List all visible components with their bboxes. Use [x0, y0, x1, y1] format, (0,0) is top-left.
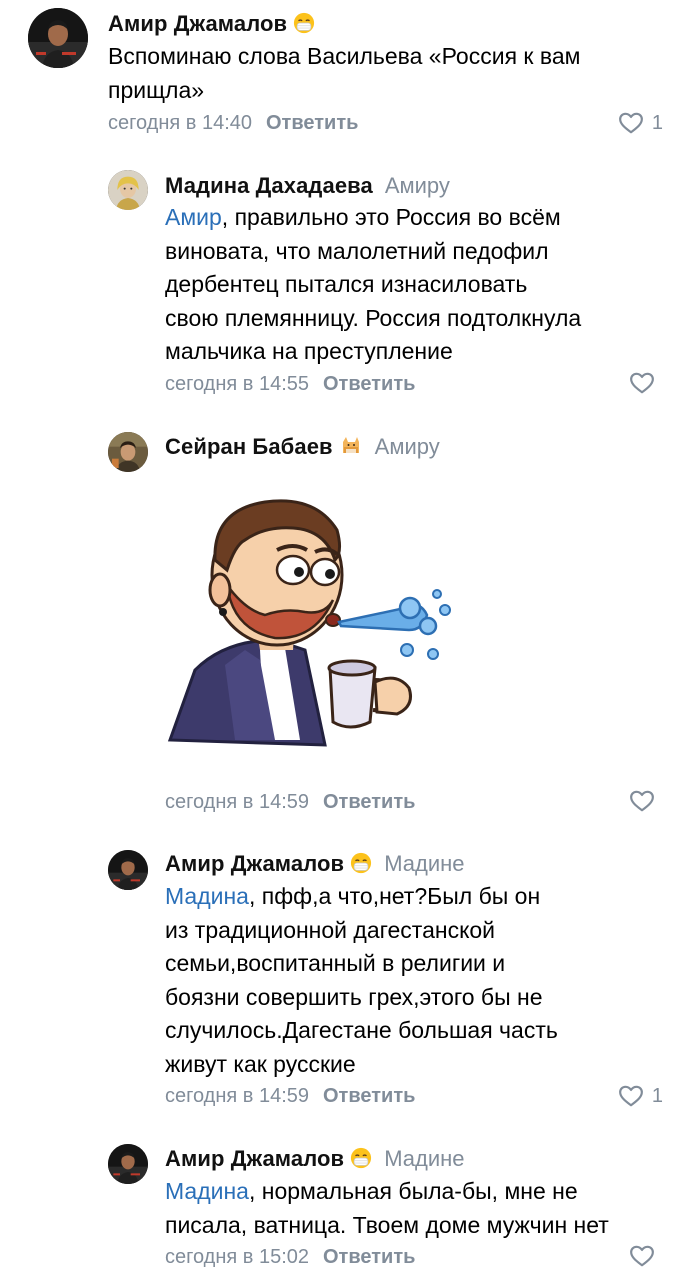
author-name[interactable]: Мадина Дахадаева [165, 173, 373, 198]
comment-header: Амир Джамалов Мадине [165, 850, 465, 881]
avatar-image [28, 8, 88, 68]
comment-text-line: из традиционной дагестанской [165, 916, 496, 943]
comment-time: сегодня в 14:40 [108, 112, 252, 134]
reply-button[interactable]: Ответить [323, 373, 415, 395]
heart-icon [629, 1243, 655, 1269]
like-button[interactable] [629, 1243, 663, 1269]
comment-meta: сегодня в 15:02 Ответить [165, 1244, 415, 1270]
comment-text-line: семьи,воспитанный в религии и [165, 950, 506, 976]
author-name[interactable]: Амир Джамалов [165, 1146, 344, 1171]
mention-link[interactable]: Мадина [165, 1178, 249, 1204]
mention-link[interactable]: Мадина [165, 883, 249, 909]
comment-header: Сейран Бабаев Амиру [165, 433, 440, 464]
avatar-image [108, 1144, 148, 1184]
man-spitting-coffee-sticker[interactable] [165, 490, 465, 752]
avatar-image [108, 432, 148, 472]
comment-text: Вспоминаю слова Васильева «Россия к вам … [108, 40, 580, 107]
comment-text: Мадина, пфф,а что,нет?Был бы он из тради… [165, 880, 558, 1081]
comment-text-line: живут как русские [165, 1050, 356, 1077]
comment-text-line: свою племянницу. Россия подтолкнула [165, 304, 582, 331]
heart-icon [618, 110, 644, 136]
comment-time: сегодня в 14:59 [165, 791, 309, 813]
comment-text-line: Мадина, нормальная была-бы, мне не [165, 1178, 578, 1204]
comment-time: сегодня в 15:02 [165, 1246, 309, 1268]
reply-to-label[interactable]: Мадине [384, 851, 464, 876]
comment-header: Мадина Дахадаева Амиру [165, 172, 450, 200]
sticker-icon [167, 499, 451, 747]
comment-meta: сегодня в 14:59 Ответить [165, 1083, 415, 1109]
avatar-image [108, 850, 148, 890]
like-button[interactable]: 1 [618, 1083, 663, 1109]
reply-to-label[interactable]: Мадине [384, 1146, 464, 1171]
like-button[interactable]: 1 [618, 110, 663, 136]
like-count: 1 [651, 1084, 663, 1107]
author-name[interactable]: Сейран Бабаев [165, 434, 333, 459]
comment-text-line: Вспоминаю слова Васильева «Россия к вам [108, 43, 581, 69]
heart-icon [629, 788, 655, 814]
comment-text: Мадина, нормальная была-бы, мне не писал… [165, 1175, 609, 1242]
comment-text-line: виновата, что малолетний педофил [165, 237, 549, 264]
mask-face-emoji-icon [293, 12, 315, 41]
reply-button[interactable]: Ответить [323, 791, 415, 813]
comment-text-line: прищла» [108, 76, 205, 103]
comment-text: Амир, правильно это Россия во всём винов… [165, 201, 581, 369]
comment-meta: сегодня в 14:59 Ответить [165, 789, 415, 815]
comment-text-line: случилось.Дагестане большая часть [165, 1017, 558, 1043]
author-name[interactable]: Амир Джамалов [108, 11, 287, 36]
like-button[interactable] [629, 370, 663, 396]
avatar[interactable] [108, 170, 148, 210]
mask-face-emoji-icon [350, 852, 372, 881]
reply-button[interactable]: Ответить [323, 1246, 415, 1268]
mask-face-emoji-icon [350, 1147, 372, 1176]
comment-text-line: Амир, правильно это Россия во всём [165, 204, 561, 230]
reply-to-label[interactable]: Амиру [375, 434, 440, 459]
avatar[interactable] [108, 850, 148, 890]
comment-text-line: дербентец пытался изнасиловать [165, 271, 528, 297]
reply-to-label[interactable]: Амиру [385, 173, 450, 198]
heart-icon [629, 370, 655, 396]
comment-text-line: мальчика на преступление [165, 338, 453, 364]
comment-header: Амир Джамалов Мадине [165, 1145, 465, 1176]
avatar[interactable] [108, 1144, 148, 1184]
comment-time: сегодня в 14:59 [165, 1085, 309, 1107]
comment-time: сегодня в 14:55 [165, 373, 309, 395]
like-button[interactable] [629, 788, 663, 814]
comment-text-line: Мадина, пфф,а что,нет?Был бы он [165, 883, 541, 909]
like-count: 1 [651, 111, 663, 134]
mention-link[interactable]: Амир [165, 204, 222, 230]
reply-button[interactable]: Ответить [266, 112, 358, 134]
avatar[interactable] [28, 8, 88, 68]
comment-text-line: боязни совершить грех,этого бы не [165, 983, 543, 1010]
avatar-image [108, 170, 148, 210]
avatar[interactable] [108, 432, 148, 472]
comment-meta: сегодня в 14:40 Ответить [108, 110, 358, 136]
comment-text-line: писала, ватница. Твоем доме мужчин нет [165, 1211, 609, 1238]
cat-emoji-icon [339, 433, 363, 464]
comment-header: Амир Джамалов [108, 10, 315, 41]
author-name[interactable]: Амир Джамалов [165, 851, 344, 876]
comment-meta: сегодня в 14:55 Ответить [165, 371, 415, 397]
heart-icon [618, 1083, 644, 1109]
reply-button[interactable]: Ответить [323, 1085, 415, 1107]
